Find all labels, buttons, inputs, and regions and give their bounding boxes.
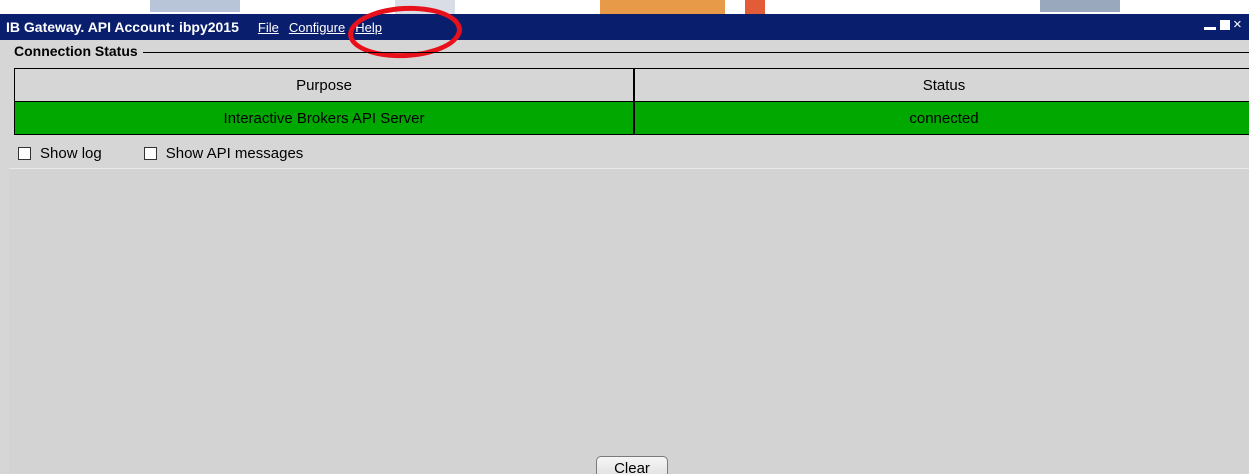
connection-status-heading: Connection Status xyxy=(14,43,143,59)
checkbox-box[interactable] xyxy=(143,147,157,160)
window-title: IB Gateway. API Account: ibpy2015 xyxy=(6,19,239,35)
ib-gateway-window: IB Gateway. API Account: ibpy2015 File C… xyxy=(0,0,1249,474)
desktop-fragment xyxy=(1040,0,1120,12)
connection-table: Purpose Status Interactive Brokers API S… xyxy=(14,68,1249,135)
desktop-fragment xyxy=(745,0,765,14)
clear-button[interactable]: Clear xyxy=(596,456,668,474)
window-controls: × xyxy=(1203,17,1245,33)
cell-purpose: Interactive Brokers API Server xyxy=(15,102,635,135)
column-header-status[interactable]: Status xyxy=(635,69,1249,102)
desktop-fragment xyxy=(600,0,725,14)
checkbox-box[interactable] xyxy=(18,147,31,160)
close-icon[interactable]: × xyxy=(1233,17,1245,33)
menu-configure[interactable]: Configure xyxy=(284,18,350,37)
log-panel[interactable] xyxy=(9,168,1249,474)
desktop-fragment xyxy=(150,0,240,12)
cell-status: connected xyxy=(635,102,1249,135)
show-log-label: Show log xyxy=(40,145,102,162)
minimize-icon[interactable] xyxy=(1203,17,1217,33)
maximize-icon[interactable] xyxy=(1219,17,1231,33)
table-row[interactable]: Interactive Brokers API Server connected xyxy=(15,102,1249,135)
title-bar[interactable]: IB Gateway. API Account: ibpy2015 File C… xyxy=(0,14,1249,40)
show-log-checkbox[interactable]: Show log xyxy=(18,145,102,162)
show-api-messages-label: Show API messages xyxy=(165,145,304,162)
group-divider xyxy=(14,52,1249,53)
desktop-strip xyxy=(0,0,1249,14)
log-options: Show log Show API messages xyxy=(18,145,345,162)
menu-file[interactable]: File xyxy=(253,18,284,37)
show-api-messages-checkbox[interactable]: Show API messages xyxy=(143,145,304,162)
column-header-purpose[interactable]: Purpose xyxy=(15,69,635,102)
table-header-row: Purpose Status xyxy=(15,69,1249,102)
